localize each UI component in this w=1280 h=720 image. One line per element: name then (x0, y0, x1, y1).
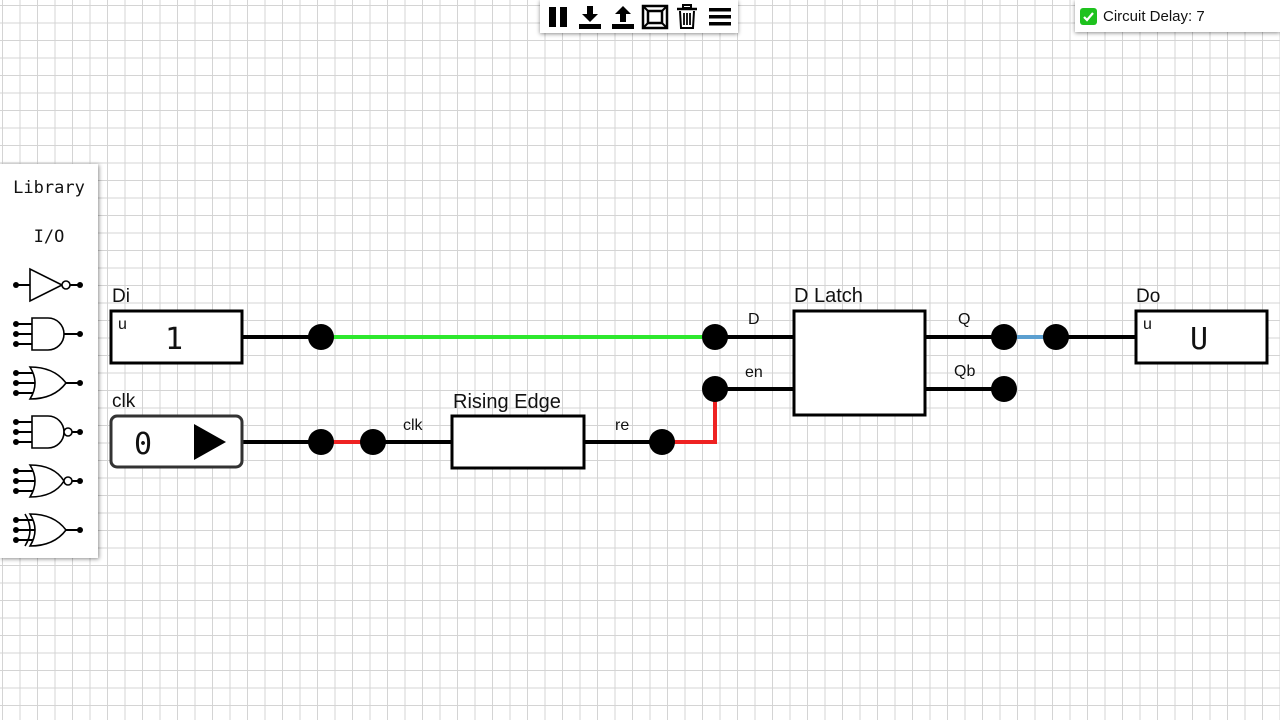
circuit-delay-panel: Circuit Delay: 7 (1075, 0, 1280, 32)
d-latch-block[interactable] (792, 309, 927, 417)
di-value: 1 (165, 322, 183, 357)
download-button[interactable] (575, 2, 605, 32)
fit-screen-icon (641, 4, 669, 29)
latch-qb-pin[interactable] (991, 376, 1017, 402)
edge-re-pin[interactable] (649, 429, 675, 455)
nor-gate-icon[interactable] (8, 461, 88, 501)
download-icon (579, 5, 602, 29)
latch-d-pin[interactable] (702, 324, 728, 350)
d-latch-d-label: D (748, 311, 760, 328)
trash-button[interactable] (672, 2, 702, 32)
di-output-pin[interactable] (308, 324, 334, 350)
menu-button[interactable] (705, 2, 735, 32)
circuit-canvas[interactable]: Di u 1 clk 0 Rising Edge clk re D Latch … (0, 0, 1280, 720)
clk-output-pin[interactable] (308, 429, 334, 455)
xor-gate-icon[interactable] (8, 510, 88, 550)
pause-icon (549, 6, 568, 27)
rising-edge-block[interactable] (450, 414, 586, 470)
do-label: Do (1136, 286, 1160, 307)
and-gate-icon[interactable] (8, 314, 88, 354)
trash-icon (677, 3, 698, 29)
di-label: Di (112, 286, 130, 307)
rising-edge-re-label: re (615, 417, 629, 434)
d-latch-qb-label: Qb (954, 363, 975, 380)
circuit-delay-label: Circuit Delay: 7 (1103, 7, 1205, 25)
edge-clk-pin[interactable] (360, 429, 386, 455)
rising-edge-clk-label: clk (403, 417, 424, 434)
di-corner-label: u (118, 316, 127, 333)
do-value: U (1190, 322, 1208, 357)
rising-edge-title: Rising Edge (453, 391, 561, 413)
pause-button[interactable] (543, 2, 573, 32)
fit-screen-button[interactable] (640, 2, 670, 32)
toolbar (540, 0, 738, 33)
not-gate-icon[interactable] (8, 265, 88, 305)
library-category-io[interactable]: I/O (0, 227, 98, 247)
nand-gate-icon[interactable] (8, 412, 88, 452)
latch-en-pin[interactable] (702, 376, 728, 402)
d-latch-title: D Latch (794, 285, 863, 307)
clk-value: 0 (134, 427, 152, 462)
menu-icon (708, 7, 731, 25)
latch-q-pin[interactable] (991, 324, 1017, 350)
d-latch-q-label: Q (958, 311, 970, 328)
circuit-delay-checkbox[interactable] (1080, 7, 1097, 25)
do-corner-label: u (1143, 316, 1152, 333)
library-panel: Library I/O (0, 164, 98, 558)
library-title: Library (13, 178, 85, 198)
upload-icon (611, 5, 634, 29)
clk-label: clk (112, 391, 136, 412)
upload-button[interactable] (608, 2, 638, 32)
or-gate-icon[interactable] (8, 363, 88, 403)
check-icon (1083, 11, 1094, 22)
d-latch-en-label: en (745, 364, 763, 381)
do-input-pin[interactable] (1043, 324, 1069, 350)
